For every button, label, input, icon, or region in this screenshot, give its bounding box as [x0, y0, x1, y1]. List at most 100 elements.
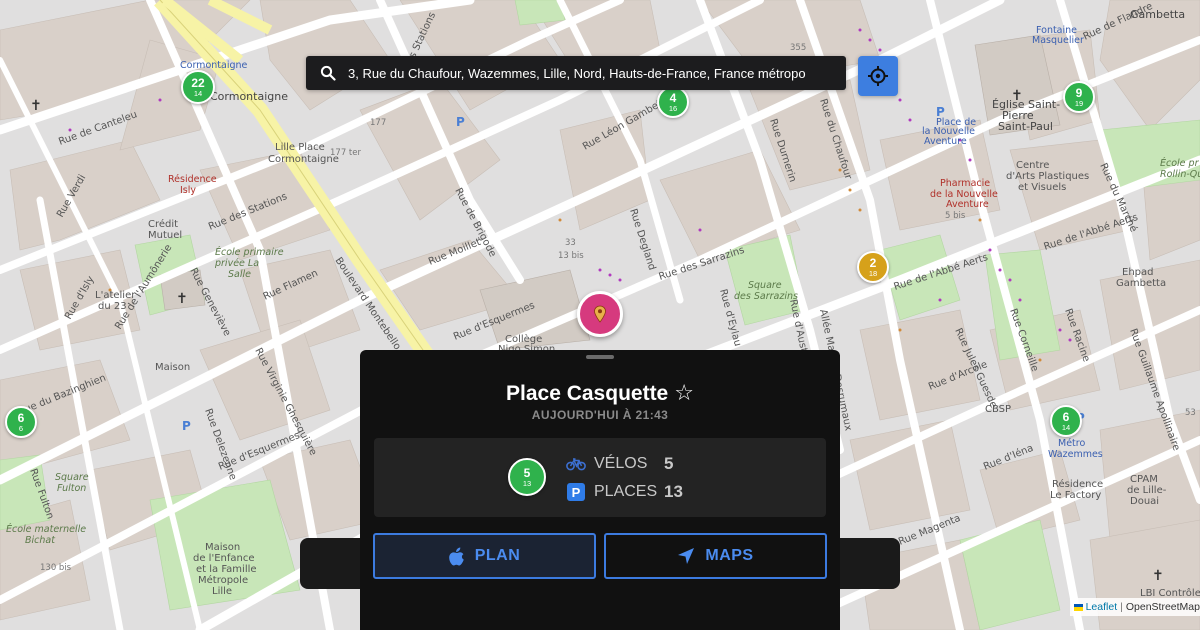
search-icon: [320, 65, 336, 81]
svg-text:Gambetta: Gambetta: [1130, 8, 1185, 21]
station-marker[interactable]: 6 6: [5, 406, 37, 438]
places-value: 13: [664, 482, 683, 501]
svg-text:✝: ✝: [1011, 88, 1023, 104]
bikes-value: 5: [664, 454, 674, 473]
station-marker-bikes: 4: [669, 90, 677, 105]
station-marker-places: 18: [868, 268, 878, 278]
svg-text:Square: Square: [748, 280, 782, 291]
apple-icon: [448, 547, 465, 566]
svg-text:d'Arts Plastiques: d'Arts Plastiques: [1006, 171, 1089, 182]
svg-text:CPAM: CPAM: [1130, 474, 1158, 485]
svg-text:Masquelier: Masquelier: [1032, 35, 1084, 46]
station-stats-card: 5 13 VÉLOS 5 P PLACES 13: [374, 438, 826, 517]
svg-text:École pr: École pr: [1160, 157, 1200, 169]
svg-text:177: 177: [370, 118, 386, 128]
selected-location-pin[interactable]: [577, 291, 623, 337]
svg-text:Bichat: Bichat: [25, 535, 56, 546]
station-marker[interactable]: 9 19: [1063, 81, 1095, 113]
svg-text:Résidence: Résidence: [168, 174, 217, 185]
openstreetmap-link[interactable]: OpenStreetMap: [1126, 601, 1200, 613]
svg-text:Cormontaigne: Cormontaigne: [180, 60, 248, 71]
svg-text:Lille Place: Lille Place: [275, 142, 325, 153]
svg-text:Rollin-Quin: Rollin-Quin: [1160, 169, 1200, 180]
svg-text:Douai: Douai: [1130, 496, 1159, 507]
navigation-arrow-icon: [677, 547, 695, 565]
bicycle-icon: [566, 454, 586, 474]
svg-text:P: P: [182, 419, 191, 433]
map-attribution: Leaflet | OpenStreetMap: [1070, 598, 1200, 616]
svg-text:130 bis: 130 bis: [40, 563, 72, 573]
star-outline-icon[interactable]: ☆: [674, 380, 694, 406]
svg-text:Le Factory: Le Factory: [1050, 490, 1101, 501]
places-row: P PLACES 13: [566, 482, 683, 502]
svg-text:Aventure: Aventure: [946, 199, 989, 210]
svg-text:5 bis: 5 bis: [945, 211, 966, 221]
parking-icon: P: [566, 482, 586, 502]
station-marker-places: 6: [18, 423, 24, 433]
svg-text:P: P: [456, 115, 465, 129]
svg-text:Salle: Salle: [228, 269, 251, 280]
svg-text:Lille: Lille: [212, 586, 232, 597]
svg-text:✝: ✝: [1152, 568, 1164, 584]
svg-text:Résidence: Résidence: [1052, 478, 1103, 490]
crosshair-icon: [868, 66, 888, 86]
station-title: Place Casquette ☆: [360, 380, 840, 406]
bikes-label: VÉLOS: [594, 455, 648, 472]
apple-plan-button[interactable]: PLAN: [373, 533, 596, 579]
svg-text:de Lille-: de Lille-: [1127, 485, 1167, 496]
maps-button-label: MAPS: [705, 547, 754, 564]
svg-text:33: 33: [565, 238, 576, 248]
svg-text:Square: Square: [55, 472, 89, 483]
station-updated-time: AUJOURD'HUI À 21:43: [531, 408, 669, 422]
station-marker[interactable]: 22 14: [181, 70, 215, 104]
svg-text:Aventure: Aventure: [924, 136, 967, 147]
station-marker[interactable]: 6 14: [1050, 405, 1082, 437]
station-marker-bikes: 5: [523, 465, 531, 480]
svg-text:Wazemmes: Wazemmes: [1048, 449, 1103, 460]
attribution-separator: |: [1120, 601, 1123, 613]
svg-text:Pharmacie: Pharmacie: [940, 178, 990, 189]
svg-text:Centre: Centre: [1016, 160, 1049, 171]
svg-text:de l'Enfance: de l'Enfance: [193, 553, 255, 564]
parking-badge: P: [567, 483, 585, 501]
svg-text:Crédit: Crédit: [148, 218, 178, 230]
svg-text:CBSP: CBSP: [985, 404, 1011, 415]
svg-text:Cormontaigne: Cormontaigne: [268, 154, 339, 165]
station-marker: 5 13: [508, 458, 546, 496]
svg-text:du 23: du 23: [98, 301, 127, 312]
station-marker[interactable]: 2 18: [857, 251, 889, 283]
station-marker[interactable]: 4 16: [657, 86, 689, 118]
station-marker-places: 16: [668, 103, 678, 113]
svg-text:Saint-Paul: Saint-Paul: [998, 120, 1053, 133]
station-marker-places: 13: [522, 478, 532, 488]
search-input[interactable]: [348, 65, 836, 81]
svg-text:L'atelier: L'atelier: [95, 290, 136, 301]
svg-text:privée La: privée La: [214, 258, 259, 269]
svg-text:Mutuel: Mutuel: [148, 230, 182, 241]
station-marker-bikes: 6: [17, 410, 25, 425]
station-name: Place Casquette: [506, 382, 669, 405]
sheet-grabber[interactable]: [586, 355, 614, 359]
svg-text:177 ter: 177 ter: [330, 148, 361, 158]
svg-text:Métropole: Métropole: [198, 574, 248, 586]
bikes-row: VÉLOS 5: [566, 454, 673, 474]
leaflet-link[interactable]: Leaflet: [1086, 601, 1118, 613]
places-label: PLACES: [594, 483, 658, 500]
station-marker-places: 14: [1061, 422, 1071, 432]
station-marker-places: 19: [1074, 98, 1084, 108]
ukraine-flag-icon: [1074, 603, 1083, 611]
svg-text:et Visuels: et Visuels: [1018, 182, 1066, 193]
svg-text:✝: ✝: [30, 98, 42, 114]
google-maps-button[interactable]: MAPS: [604, 533, 827, 579]
station-marker-places: 14: [193, 88, 203, 98]
station-marker-bikes: 2: [869, 255, 877, 270]
svg-text:des Sarrazins: des Sarrazins: [734, 291, 798, 302]
locate-me-button[interactable]: [858, 56, 898, 96]
svg-text:Cormontaigne: Cormontaigne: [210, 90, 288, 103]
station-marker-bikes: 22: [191, 75, 205, 90]
station-marker-bikes: 9: [1075, 85, 1083, 100]
station-sheet: Place Casquette ☆ AUJOURD'HUI À 21:43 5 1…: [360, 350, 840, 630]
svg-text:355: 355: [790, 43, 806, 53]
svg-text:P: P: [936, 105, 945, 119]
search-bar: [306, 56, 846, 90]
